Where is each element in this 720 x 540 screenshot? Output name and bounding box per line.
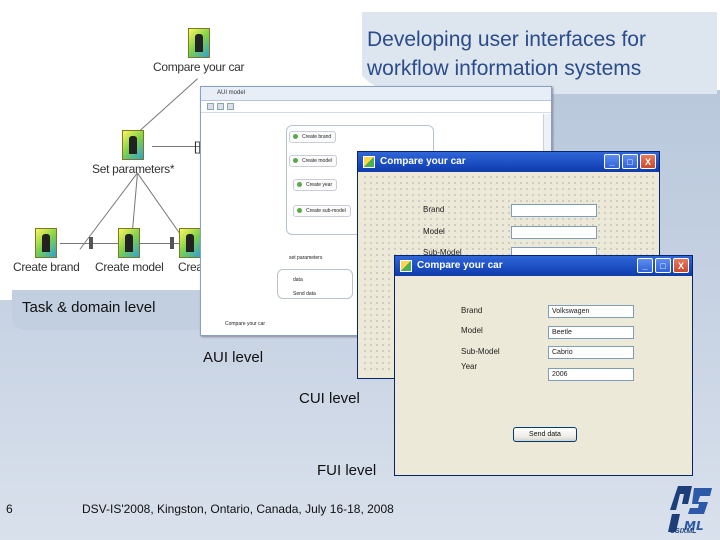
move-icon[interactable] xyxy=(217,103,224,110)
aui-bottom-label: Compare your car xyxy=(225,321,266,327)
delete-icon[interactable] xyxy=(227,103,234,110)
fui-form: Brand Volkswagen Model Beetle Sub-Model … xyxy=(399,278,688,471)
cui-label-brand: Brand xyxy=(423,205,445,214)
cui-window-controls: _ □ X xyxy=(604,154,656,169)
task-icon xyxy=(118,228,141,258)
slide-number: 6 xyxy=(6,502,13,516)
aui-item-create-brand[interactable]: Create brand xyxy=(289,131,337,143)
close-icon[interactable]: X xyxy=(673,258,689,273)
maximize-icon[interactable]: □ xyxy=(622,154,638,169)
aui-title: AUI model xyxy=(217,90,246,96)
cui-model-field[interactable] xyxy=(511,226,597,239)
operator-icon xyxy=(89,237,93,249)
task-icon xyxy=(35,228,58,258)
aui-item-create-sub-model[interactable]: Create sub-model xyxy=(293,205,351,217)
aui-data: data xyxy=(293,277,303,283)
aui-level-label: AUI level xyxy=(203,349,264,366)
task-root: Compare your car xyxy=(153,28,245,74)
aui-toolbar xyxy=(201,101,551,113)
close-icon[interactable]: X xyxy=(640,154,656,169)
aui-set-parameters: set parameters xyxy=(289,255,323,261)
aui-titlebar[interactable]: AUI model xyxy=(201,87,551,101)
fui-label-sub-model: Sub-Model xyxy=(461,347,500,356)
fui-sub-model-field[interactable]: Cabrio xyxy=(548,346,634,359)
cui-brand-field[interactable] xyxy=(511,204,597,217)
fui-titlebar[interactable]: Compare your car _ □ X xyxy=(395,256,692,276)
app-icon xyxy=(400,260,412,272)
fui-model-field[interactable]: Beetle xyxy=(548,326,634,339)
fui-level-label: FUI level xyxy=(317,462,377,479)
cui-titlebar[interactable]: Compare your car _ □ X xyxy=(358,152,659,172)
send-data-button[interactable]: Send data xyxy=(513,427,577,442)
fui-year-field[interactable]: 2006 xyxy=(548,368,634,381)
fui-window-controls: _ □ X xyxy=(637,258,689,273)
minimize-icon[interactable]: _ xyxy=(637,258,653,273)
cui-label-model: Model xyxy=(423,227,445,236)
fui-label-brand: Brand xyxy=(461,306,483,315)
task-set-parameters: Set parameters* xyxy=(92,130,175,176)
fui-label-year: Year xyxy=(461,362,478,371)
slide-title: Developing user interfaces for workflow … xyxy=(367,28,646,80)
task-level-label: Task & domain level xyxy=(22,299,156,316)
fui-brand-field[interactable]: Volkswagen xyxy=(548,305,634,318)
task-create-model: Create model xyxy=(95,228,164,274)
operator-icon xyxy=(170,237,174,249)
fui-label-model: Model xyxy=(461,326,483,335)
task-icon xyxy=(187,28,210,58)
aui-item-create-year[interactable]: Create year xyxy=(293,179,338,191)
fui-title: Compare your car xyxy=(417,260,503,271)
task-icon xyxy=(122,130,145,160)
select-icon[interactable] xyxy=(207,103,214,110)
maximize-icon[interactable]: □ xyxy=(655,258,671,273)
slide-footer: DSV-IS'2008, Kingston, Ontario, Canada, … xyxy=(82,502,394,516)
fui-window[interactable]: Compare your car _ □ X Brand Volkswagen … xyxy=(394,255,693,476)
tree-edge xyxy=(137,78,198,133)
task-create-brand: Create brand xyxy=(13,228,80,274)
minimize-icon[interactable]: _ xyxy=(604,154,620,169)
aui-send[interactable]: Send data xyxy=(293,291,316,297)
task-icon xyxy=(179,228,202,258)
cui-title: Compare your car xyxy=(380,156,466,167)
app-icon xyxy=(363,156,375,168)
logo-text: USIXML xyxy=(670,528,697,535)
cui-level-label: CUI level xyxy=(299,390,360,407)
aui-item-create-model[interactable]: Create model xyxy=(289,155,338,167)
